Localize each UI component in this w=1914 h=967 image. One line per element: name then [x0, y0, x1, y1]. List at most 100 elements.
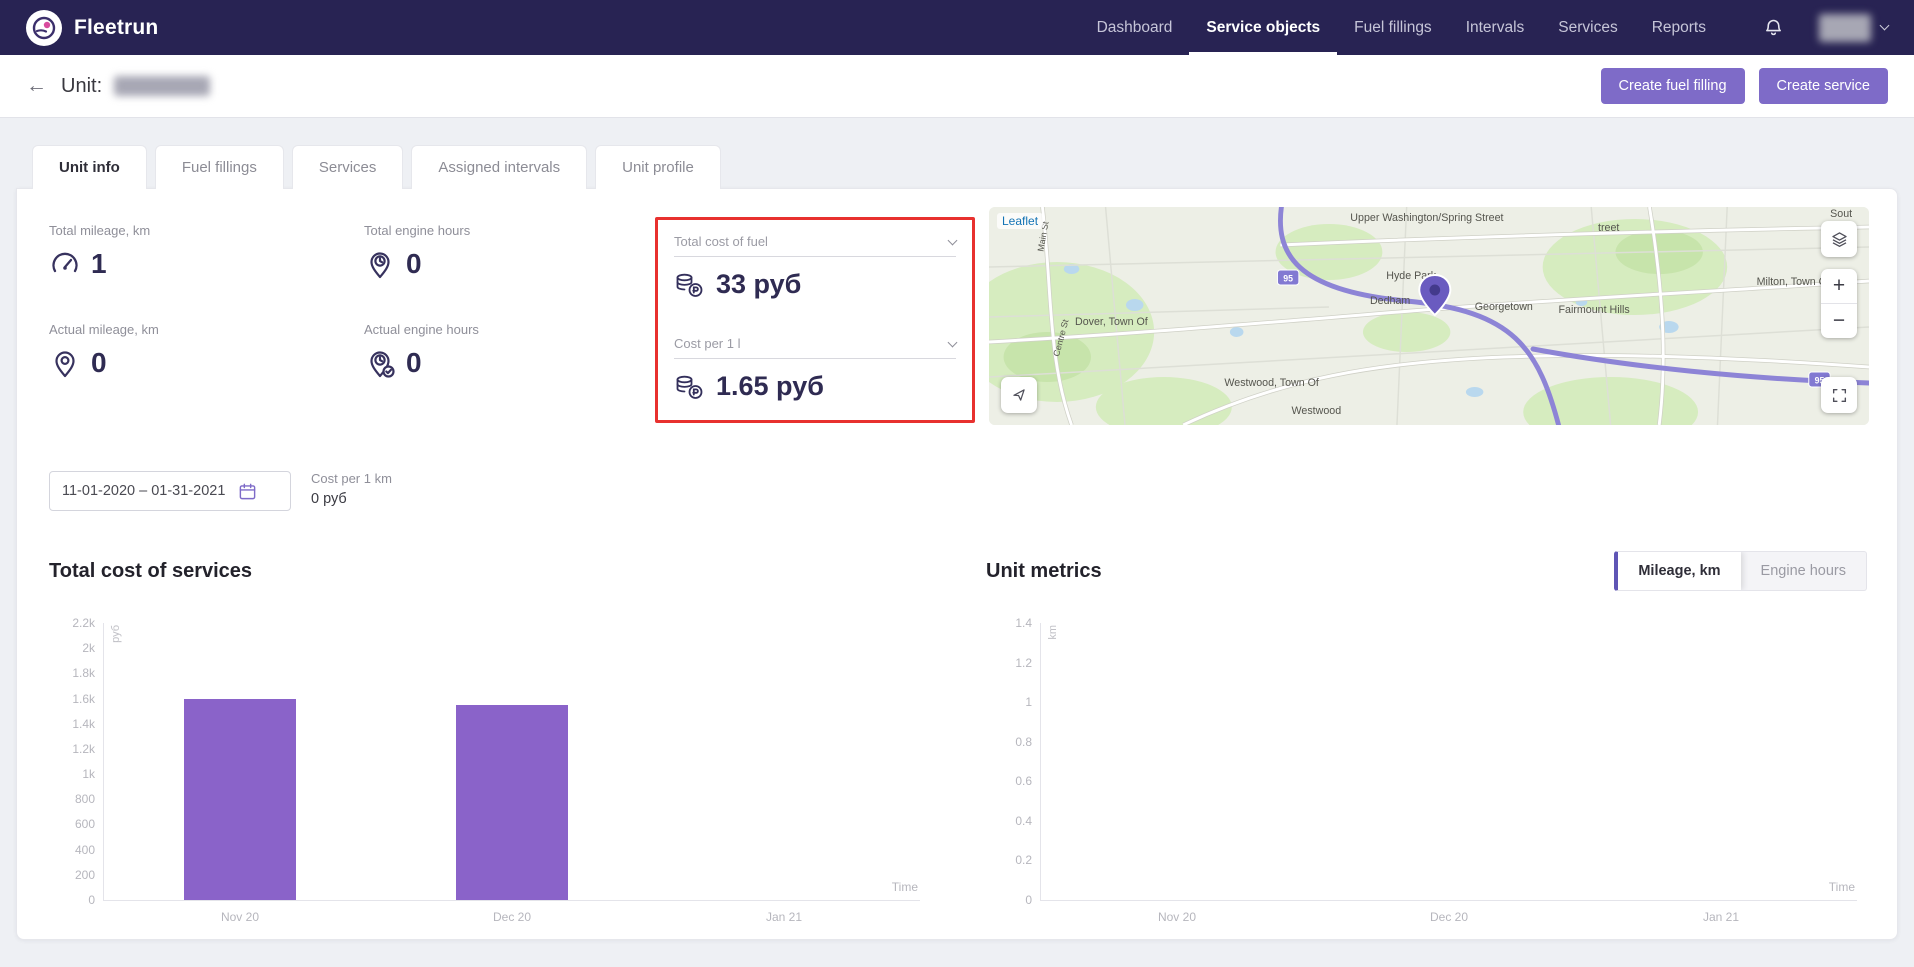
total-fuel-cost-select[interactable]: Total cost of fuel	[674, 234, 956, 257]
stat-value: 0	[91, 347, 107, 379]
zoom-out-button[interactable]: −	[1821, 304, 1857, 338]
map-label: Dedham	[1370, 295, 1410, 307]
map-label: treet	[1598, 222, 1619, 234]
fullscreen-icon	[1831, 387, 1848, 404]
map-label: Sout	[1830, 208, 1852, 220]
page-title: Unit:	[61, 75, 102, 98]
engine-hours-check-pin-icon	[364, 347, 396, 379]
tab-services[interactable]: Services	[292, 145, 404, 189]
create-fuel-filling-button[interactable]: Create fuel filling	[1601, 68, 1745, 104]
chevron-down-icon	[948, 235, 958, 245]
location-pin-icon	[49, 347, 81, 379]
leaflet-attribution[interactable]: Leaflet	[997, 213, 1043, 229]
nav-item-intervals[interactable]: Intervals	[1449, 0, 1542, 55]
stat-label: Actual engine hours	[364, 322, 679, 337]
app-logo[interactable]: Fleetrun	[26, 10, 158, 46]
map-label: Westwood, Town Of	[1224, 377, 1319, 389]
tab-fuel-fillings[interactable]: Fuel fillings	[155, 145, 284, 189]
calendar-icon[interactable]	[238, 482, 257, 501]
locate-arrow-icon	[1010, 386, 1028, 404]
map-label: Dover, Town Of	[1075, 316, 1149, 328]
stats-grid: Total mileage, km 1 Total engine hours	[49, 223, 679, 379]
layers-icon	[1830, 230, 1849, 249]
engine-hours-pin-icon	[364, 248, 396, 280]
fleetrun-logo-icon	[26, 10, 62, 46]
stat-value: 0	[406, 347, 422, 379]
coins-icon	[674, 372, 704, 402]
unit-info-card: Total mileage, km 1 Total engine hours	[16, 188, 1898, 940]
chart-title: Unit metrics	[986, 560, 1102, 583]
date-range-input[interactable]	[62, 483, 238, 499]
toggle-engine-hours[interactable]: Engine hours	[1741, 552, 1866, 590]
map-locate-button[interactable]	[1001, 377, 1037, 413]
stat-actual-mileage: Actual mileage, km 0	[49, 322, 364, 379]
map-label: Georgetown	[1475, 301, 1533, 313]
stat-total-mileage: Total mileage, km 1	[49, 223, 364, 280]
cost-per-km-block: Cost per 1 km 0 руб	[311, 471, 392, 507]
services-cost-bar-plot: 02004006008001k1.2k1.4k1.6k1.8k2k2.2kNov…	[103, 623, 920, 901]
stat-label: Total engine hours	[364, 223, 679, 238]
cost-per-liter-group: Cost per 1 l 1.65 руб	[674, 336, 956, 402]
unit-metrics-plot: 00.20.40.60.811.21.4Nov 20Dec 20Jan 21km…	[1040, 623, 1857, 901]
map-label: Westwood	[1292, 405, 1342, 417]
toggle-mileage[interactable]: Mileage, km	[1618, 552, 1740, 590]
top-navbar: Fleetrun Dashboard Service objects Fuel …	[0, 0, 1914, 55]
nav-item-service-objects[interactable]: Service objects	[1189, 0, 1337, 55]
select-label: Total cost of fuel	[674, 234, 768, 249]
map-tiles: 95 95 Upper Washington/Spring Street tre…	[989, 207, 1869, 425]
total-fuel-cost-value: 33 руб	[716, 269, 801, 300]
stat-actual-engine-hours: Actual engine hours 0	[364, 322, 679, 379]
unit-tabs: Unit info Fuel fillings Services Assigne…	[32, 145, 1914, 189]
zoom-in-button[interactable]: +	[1821, 269, 1857, 303]
nav-item-services[interactable]: Services	[1541, 0, 1634, 55]
back-arrow-icon[interactable]: ←	[26, 74, 47, 98]
cost-per-km-label: Cost per 1 km	[311, 471, 392, 486]
cost-per-liter-select[interactable]: Cost per 1 l	[674, 336, 956, 359]
notifications-bell-icon[interactable]	[1753, 0, 1793, 55]
chart-total-cost-of-services: Total cost of services 02004006008001k1.…	[49, 551, 930, 901]
map-label: Fairmount Hills	[1559, 304, 1631, 316]
chevron-down-icon	[948, 337, 958, 347]
fuel-cost-panel-highlighted: Total cost of fuel 33 руб Cost p	[655, 217, 975, 423]
user-avatar	[1819, 14, 1871, 42]
cost-per-liter-value: 1.65 руб	[716, 371, 824, 402]
gauge-icon	[49, 248, 81, 280]
nav-item-fuel-fillings[interactable]: Fuel fillings	[1337, 0, 1449, 55]
stat-value: 1	[91, 248, 107, 280]
stat-label: Actual mileage, km	[49, 322, 364, 337]
main-nav: Dashboard Service objects Fuel fillings …	[1080, 0, 1723, 55]
stat-value: 0	[406, 248, 422, 280]
svg-text:95: 95	[1283, 273, 1293, 283]
page-header: ← Unit: Create fuel filling Create servi…	[0, 55, 1914, 117]
map-zoom-control: + −	[1821, 269, 1857, 338]
nav-item-dashboard[interactable]: Dashboard	[1080, 0, 1190, 55]
stat-label: Total mileage, km	[49, 223, 364, 238]
metric-toggle: Mileage, km Engine hours	[1614, 551, 1867, 591]
unit-location-map[interactable]: 95 95 Upper Washington/Spring Street tre…	[989, 207, 1869, 425]
map-label: Upper Washington/Spring Street	[1350, 212, 1503, 224]
coins-icon	[674, 270, 704, 300]
tab-assigned-intervals[interactable]: Assigned intervals	[411, 145, 587, 189]
cost-per-km-value: 0 руб	[311, 491, 392, 507]
stat-total-engine-hours: Total engine hours 0	[364, 223, 679, 280]
nav-item-reports[interactable]: Reports	[1635, 0, 1723, 55]
chart-title: Total cost of services	[49, 560, 252, 583]
unit-name-redacted	[114, 76, 210, 96]
header-actions: Create fuel filling Create service	[1601, 68, 1888, 104]
date-range-picker[interactable]	[49, 471, 291, 511]
app-title: Fleetrun	[74, 16, 158, 40]
map-fullscreen-button[interactable]	[1821, 377, 1857, 413]
charts-section: Total cost of services 02004006008001k1.…	[17, 517, 1897, 901]
create-service-button[interactable]: Create service	[1759, 68, 1888, 104]
chevron-down-icon	[1880, 21, 1890, 31]
map-label: Milton, Town Of	[1757, 276, 1831, 288]
total-fuel-cost-group: Total cost of fuel 33 руб	[674, 234, 956, 300]
map-layers-button[interactable]	[1821, 221, 1857, 257]
tab-unit-profile[interactable]: Unit profile	[595, 145, 721, 189]
tab-unit-info[interactable]: Unit info	[32, 145, 147, 189]
unit-summary-row: Total mileage, km 1 Total engine hours	[17, 189, 1897, 455]
period-filter-row: Cost per 1 km 0 руб	[17, 455, 1897, 517]
chart-unit-metrics: Unit metrics Mileage, km Engine hours 00…	[986, 551, 1867, 901]
select-label: Cost per 1 l	[674, 336, 740, 351]
user-menu[interactable]	[1819, 14, 1888, 42]
